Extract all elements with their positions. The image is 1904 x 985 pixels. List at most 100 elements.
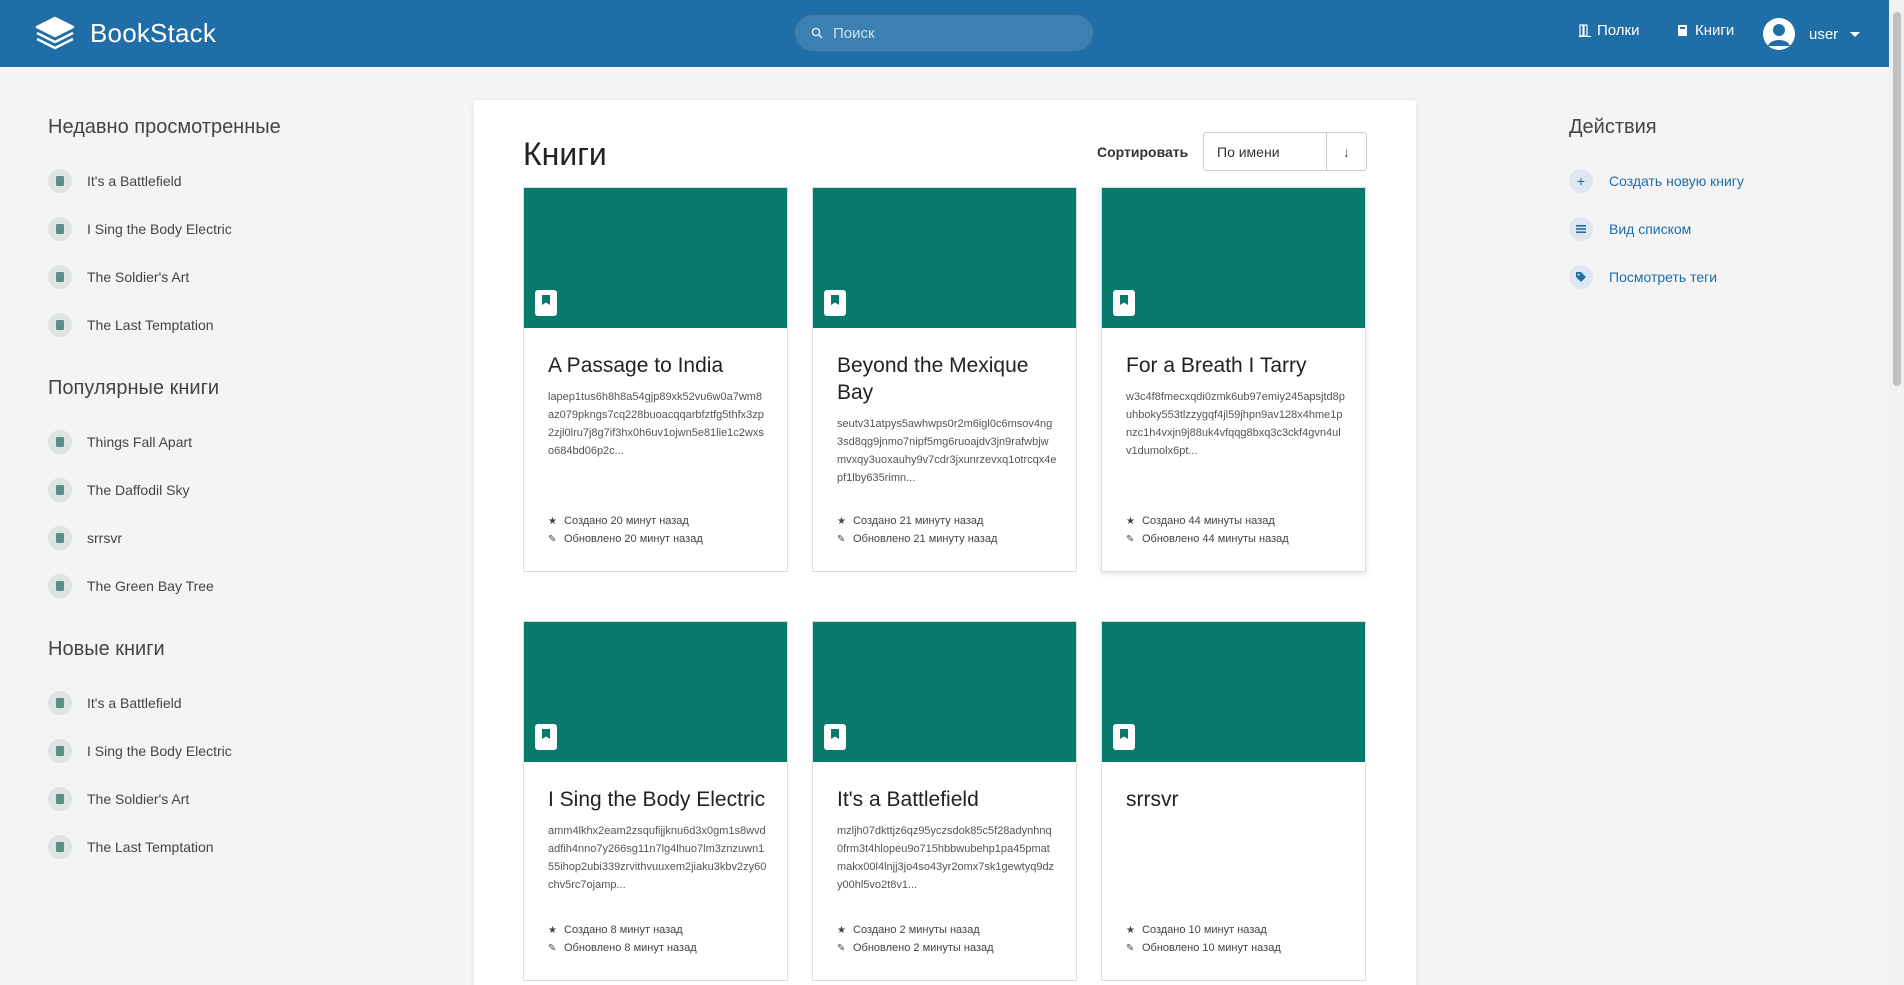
create-book-action[interactable]: + Создать новую книгу bbox=[1569, 157, 1744, 205]
books-icon bbox=[1678, 25, 1687, 36]
book-created: ★ Создано 20 минут назад bbox=[548, 515, 689, 527]
actions-title: Действия bbox=[1569, 116, 1657, 138]
book-description: w3c4f8fmecxqdi0zmk6ub97emiy245apsjtd8puh… bbox=[1126, 391, 1345, 457]
nav-shelves-label: Полки bbox=[1597, 22, 1640, 39]
book-description: amm4lkhx2eam2zsqufijjknu6d3x0gm1s8wvdadf… bbox=[548, 825, 767, 891]
new-books-title: Новые книги bbox=[48, 638, 165, 660]
book-cover bbox=[1102, 622, 1365, 762]
new-book-label: It's a Battlefield bbox=[87, 695, 182, 711]
list-view-label: Вид списком bbox=[1609, 221, 1692, 237]
popular-item-label: srrsvr bbox=[87, 530, 122, 546]
book-card[interactable]: For a Breath I Tarry w3c4f8fmecxqdi0zmk6… bbox=[1101, 187, 1366, 572]
book-created-label: Создано 44 минуты назад bbox=[1142, 515, 1275, 527]
book-icon bbox=[48, 574, 72, 598]
book-title: srrsvr bbox=[1126, 788, 1179, 811]
popular-item[interactable]: The Daffodil Sky bbox=[48, 466, 388, 514]
recent-list: It's a Battlefield I Sing the Body Elect… bbox=[48, 157, 388, 349]
book-card[interactable]: Beyond the Mexique Bay seutv31atpys5awhw… bbox=[812, 187, 1077, 572]
book-icon bbox=[824, 290, 846, 316]
pencil-icon: ✎ bbox=[548, 942, 557, 954]
books-panel: Книги Сортировать По имени ↓ A Passage t… bbox=[474, 100, 1416, 985]
recent-item[interactable]: I Sing the Body Electric bbox=[48, 205, 388, 253]
list-view-action[interactable]: Вид списком bbox=[1569, 205, 1744, 253]
book-created-label: Создано 10 минут назад bbox=[1142, 924, 1267, 936]
book-description: lapep1tus6h8h8a54gjp89xk52vu6w0a7wm8az07… bbox=[548, 391, 764, 457]
list-icon bbox=[1569, 217, 1593, 241]
pencil-icon: ✎ bbox=[837, 533, 846, 545]
app-logo[interactable]: BookStack bbox=[34, 14, 216, 52]
star-icon: ★ bbox=[837, 924, 846, 936]
book-title: For a Breath I Tarry bbox=[1126, 354, 1307, 377]
scrollbar-thumb[interactable] bbox=[1893, 12, 1901, 386]
popular-title: Популярные книги bbox=[48, 377, 220, 399]
recent-item[interactable]: It's a Battlefield bbox=[48, 157, 388, 205]
recent-item-label: It's a Battlefield bbox=[87, 173, 182, 189]
popular-item[interactable]: srrsvr bbox=[48, 514, 388, 562]
caret-down-icon bbox=[1850, 31, 1861, 37]
star-icon: ★ bbox=[837, 515, 846, 527]
search-icon bbox=[811, 27, 823, 39]
plus-icon: + bbox=[1569, 169, 1593, 193]
book-icon bbox=[48, 478, 72, 502]
book-created: ★ Создано 2 минуты назад bbox=[837, 924, 980, 936]
book-cover bbox=[524, 188, 787, 328]
sort-label: Сортировать bbox=[1097, 144, 1189, 160]
recent-item-label: The Soldier's Art bbox=[87, 269, 190, 285]
top-header: BookStack Полки Книги user bbox=[0, 0, 1889, 67]
star-icon: ★ bbox=[1126, 515, 1135, 527]
book-icon bbox=[48, 691, 72, 715]
popular-item[interactable]: The Green Bay Tree bbox=[48, 562, 388, 610]
new-book-item[interactable]: It's a Battlefield bbox=[48, 679, 388, 727]
new-book-label: The Soldier's Art bbox=[87, 791, 190, 807]
popular-item-label: The Green Bay Tree bbox=[87, 578, 214, 594]
book-updated-label: Обновлено 8 минут назад bbox=[564, 942, 697, 954]
search-box[interactable] bbox=[794, 14, 1094, 52]
new-book-label: The Last Temptation bbox=[87, 839, 214, 855]
book-created-label: Создано 8 минут назад bbox=[564, 924, 683, 936]
sort-direction-button[interactable]: ↓ bbox=[1326, 132, 1367, 171]
book-icon bbox=[48, 739, 72, 763]
book-created: ★ Создано 44 минуты назад bbox=[1126, 515, 1275, 527]
star-icon: ★ bbox=[1126, 924, 1135, 936]
book-title: I Sing the Body Electric bbox=[548, 788, 766, 811]
nav-books[interactable]: Книги bbox=[1677, 22, 1734, 39]
search-input[interactable] bbox=[833, 24, 1073, 42]
pencil-icon: ✎ bbox=[837, 942, 846, 954]
nav-books-label: Книги bbox=[1695, 22, 1735, 39]
book-title: A Passage to India bbox=[548, 354, 724, 377]
book-card[interactable]: A Passage to India lapep1tus6h8h8a54gjp8… bbox=[523, 187, 788, 572]
user-menu[interactable]: user bbox=[1763, 18, 1861, 50]
sort-select[interactable]: По имени bbox=[1203, 132, 1327, 171]
book-cover bbox=[1102, 188, 1365, 328]
page-scrollbar[interactable] bbox=[1889, 0, 1904, 985]
book-updated: ✎ Обновлено 8 минут назад bbox=[548, 942, 697, 954]
book-updated: ✎ Обновлено 2 минуты назад bbox=[837, 942, 994, 954]
book-icon bbox=[48, 313, 72, 337]
view-tags-action[interactable]: Посмотреть теги bbox=[1569, 253, 1744, 301]
book-card[interactable]: I Sing the Body Electric amm4lkhx2eam2zs… bbox=[523, 621, 788, 981]
book-icon bbox=[824, 724, 846, 750]
popular-item[interactable]: Things Fall Apart bbox=[48, 418, 388, 466]
bookstack-logo-icon bbox=[35, 16, 75, 50]
book-updated-label: Обновлено 2 минуты назад bbox=[853, 942, 994, 954]
book-icon bbox=[48, 265, 72, 289]
book-card[interactable]: It's a Battlefield mzljh07dkttjz6qz95ycz… bbox=[812, 621, 1077, 981]
app-name: BookStack bbox=[90, 17, 217, 48]
book-card[interactable]: srrsvr ★ Создано 10 минут назад ✎ Обновлен… bbox=[1101, 621, 1366, 981]
popular-item-label: The Daffodil Sky bbox=[87, 482, 190, 498]
shelves-icon bbox=[1579, 24, 1591, 37]
tag-icon bbox=[1569, 265, 1593, 289]
nav-shelves[interactable]: Полки bbox=[1579, 22, 1640, 39]
create-book-label: Создать новую книгу bbox=[1609, 173, 1744, 189]
pencil-icon: ✎ bbox=[1126, 533, 1135, 545]
avatar bbox=[1763, 18, 1795, 50]
new-book-item[interactable]: The Last Temptation bbox=[48, 823, 388, 871]
book-updated: ✎ Обновлено 21 минуту назад bbox=[837, 533, 997, 545]
book-updated: ✎ Обновлено 10 минут назад bbox=[1126, 942, 1281, 954]
new-book-item[interactable]: I Sing the Body Electric bbox=[48, 727, 388, 775]
book-created-label: Создано 20 минут назад bbox=[564, 515, 689, 527]
new-book-item[interactable]: The Soldier's Art bbox=[48, 775, 388, 823]
book-description: mzljh07dkttjz6qz95yczsdok85c5f28adynhnq0… bbox=[837, 825, 1055, 891]
recent-item[interactable]: The Soldier's Art bbox=[48, 253, 388, 301]
recent-item[interactable]: The Last Temptation bbox=[48, 301, 388, 349]
